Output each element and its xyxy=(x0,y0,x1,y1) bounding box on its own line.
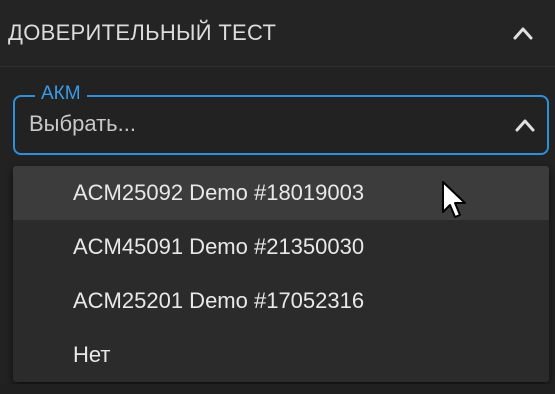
akm-select-placeholder: Выбрать... xyxy=(29,111,136,136)
section-title: ДОВЕРИТЕЛЬНЫЙ ТЕСТ xyxy=(8,20,277,45)
dropdown-option-label: Нет xyxy=(73,342,111,367)
mouse-cursor-icon xyxy=(442,181,466,218)
dropdown-option-label: ACM25201 Demo #17052316 xyxy=(73,288,365,313)
akm-field-label: АКМ xyxy=(35,82,87,106)
dropdown-option[interactable]: ACM45091 Demo #21350030 xyxy=(13,220,549,274)
dropdown-option[interactable]: ACM25201 Demo #17052316 xyxy=(13,274,549,328)
dropdown-option-label: ACM45091 Demo #21350030 xyxy=(73,234,365,259)
dropdown-option-none[interactable]: Нет xyxy=(13,328,549,382)
section-header[interactable]: ДОВЕРИТЕЛЬНЫЙ ТЕСТ xyxy=(0,0,555,67)
panel-bottom-edge xyxy=(0,384,555,394)
akm-select[interactable]: АКМ Выбрать... xyxy=(13,82,549,155)
chevron-up-icon[interactable] xyxy=(513,115,537,135)
chevron-up-icon[interactable] xyxy=(511,23,535,43)
dropdown-option-label: ACM25092 Demo #18019003 xyxy=(73,180,365,205)
trust-test-panel: ДОВЕРИТЕЛЬНЫЙ ТЕСТ АКМ Выбрать... ACM250… xyxy=(0,0,555,394)
